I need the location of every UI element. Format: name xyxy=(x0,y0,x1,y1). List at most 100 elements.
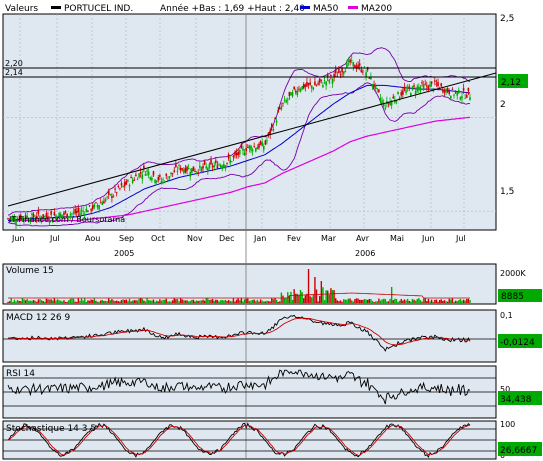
volume-bar xyxy=(189,300,191,303)
volume-bar xyxy=(69,298,72,303)
volume-bar xyxy=(354,299,356,303)
candle-body xyxy=(98,205,100,210)
volume-bar xyxy=(138,298,140,303)
candle-body xyxy=(120,183,123,186)
candle-body xyxy=(269,130,271,135)
candle-body xyxy=(262,146,265,150)
volume-bar xyxy=(191,299,193,303)
candle-body xyxy=(146,170,148,172)
xtick-sep05: Sep xyxy=(119,234,134,243)
volume-bar xyxy=(242,301,244,303)
volume-bar xyxy=(183,300,185,303)
volume-bar xyxy=(323,300,326,303)
volume-bar xyxy=(98,301,100,303)
volume-bar xyxy=(424,298,426,303)
candle-body xyxy=(405,90,407,93)
candle-body xyxy=(426,85,428,87)
volume-bar xyxy=(207,298,209,303)
volume-bar xyxy=(301,292,303,303)
volume-bar xyxy=(179,298,182,303)
candle-body xyxy=(128,185,131,187)
candle-body xyxy=(344,70,347,73)
rsi-current-label: 34,438 xyxy=(500,395,532,405)
volume-bar xyxy=(312,294,315,303)
candle-body xyxy=(178,165,180,167)
volume-bar xyxy=(223,300,225,303)
candle-body xyxy=(429,84,431,88)
volume-bar xyxy=(39,299,41,303)
candle-body xyxy=(256,147,259,150)
candle-body xyxy=(203,160,206,165)
volume-bar xyxy=(288,296,291,303)
volume-bar xyxy=(136,300,139,303)
candle-body xyxy=(226,162,228,164)
candle-body xyxy=(133,179,136,181)
candle-body xyxy=(418,86,420,90)
candle-body xyxy=(64,211,67,213)
volume-bar xyxy=(448,298,450,303)
volume-bar xyxy=(394,298,396,303)
volume-bar xyxy=(271,298,273,303)
candle-body xyxy=(195,171,198,173)
volume-bar xyxy=(40,300,43,303)
candle-body xyxy=(93,204,96,208)
volume-bar xyxy=(199,300,201,303)
candle-body xyxy=(277,110,279,113)
volume-bar xyxy=(440,299,442,303)
rsi-title: RSI 14 xyxy=(6,369,35,379)
candle-body xyxy=(248,145,251,149)
candle-body xyxy=(179,167,182,171)
candle-body xyxy=(378,89,380,92)
volume-bar xyxy=(426,301,428,303)
volume-bar xyxy=(82,300,84,303)
volume-bar xyxy=(143,300,145,303)
volume-bar xyxy=(13,299,16,303)
candle-body xyxy=(285,100,287,103)
candle-body xyxy=(75,211,78,214)
candle-body xyxy=(283,99,286,101)
range-text: Année +Bas : 1,69 +Haut : 2,40 xyxy=(160,3,305,14)
volume-bar xyxy=(117,301,120,303)
candle-body xyxy=(373,84,375,88)
xtick-may06: Mai xyxy=(390,234,404,243)
candle-body xyxy=(107,190,110,195)
xtick-aug05: Aou xyxy=(85,234,100,243)
volume-bar xyxy=(429,301,431,303)
volume-bar xyxy=(382,298,385,303)
volume-bar xyxy=(231,301,233,303)
volume-bar xyxy=(398,300,401,303)
volume-bar xyxy=(450,299,452,303)
volume-bar xyxy=(197,300,199,303)
volume-bar xyxy=(336,300,339,303)
volume-bar xyxy=(346,299,348,303)
volume-bar xyxy=(255,301,257,303)
xtick-nov05: Nov xyxy=(187,234,203,243)
candle-body xyxy=(286,99,289,101)
volume-bar xyxy=(335,298,337,303)
volume-bar xyxy=(466,298,468,303)
volume-bar xyxy=(155,300,158,303)
candle-body xyxy=(175,164,177,168)
volume-bar xyxy=(154,301,156,303)
volume-bar xyxy=(120,300,123,303)
volume-bar xyxy=(397,301,399,303)
xtick-feb06: Fev xyxy=(287,234,301,243)
volume-bar xyxy=(52,300,54,303)
candle-body xyxy=(202,165,204,169)
volume-bar xyxy=(66,301,68,303)
volume-bar xyxy=(451,298,454,303)
candle-body xyxy=(215,160,217,163)
volume-bar xyxy=(414,300,417,303)
candle-body xyxy=(362,71,364,73)
xtick-jan06: Jan xyxy=(253,234,266,243)
candle-body xyxy=(338,69,340,74)
candle-body xyxy=(450,95,452,99)
volume-bar xyxy=(176,298,179,303)
candle-body xyxy=(253,146,255,147)
candle-body xyxy=(376,88,379,90)
volume-bar xyxy=(141,298,143,303)
candle-body xyxy=(419,87,422,91)
candle-body xyxy=(186,166,188,171)
candle-body xyxy=(302,84,305,89)
stock-chart-root: { "colors": { "panel_bg": "#dfe8f1", "gr… xyxy=(0,0,543,461)
